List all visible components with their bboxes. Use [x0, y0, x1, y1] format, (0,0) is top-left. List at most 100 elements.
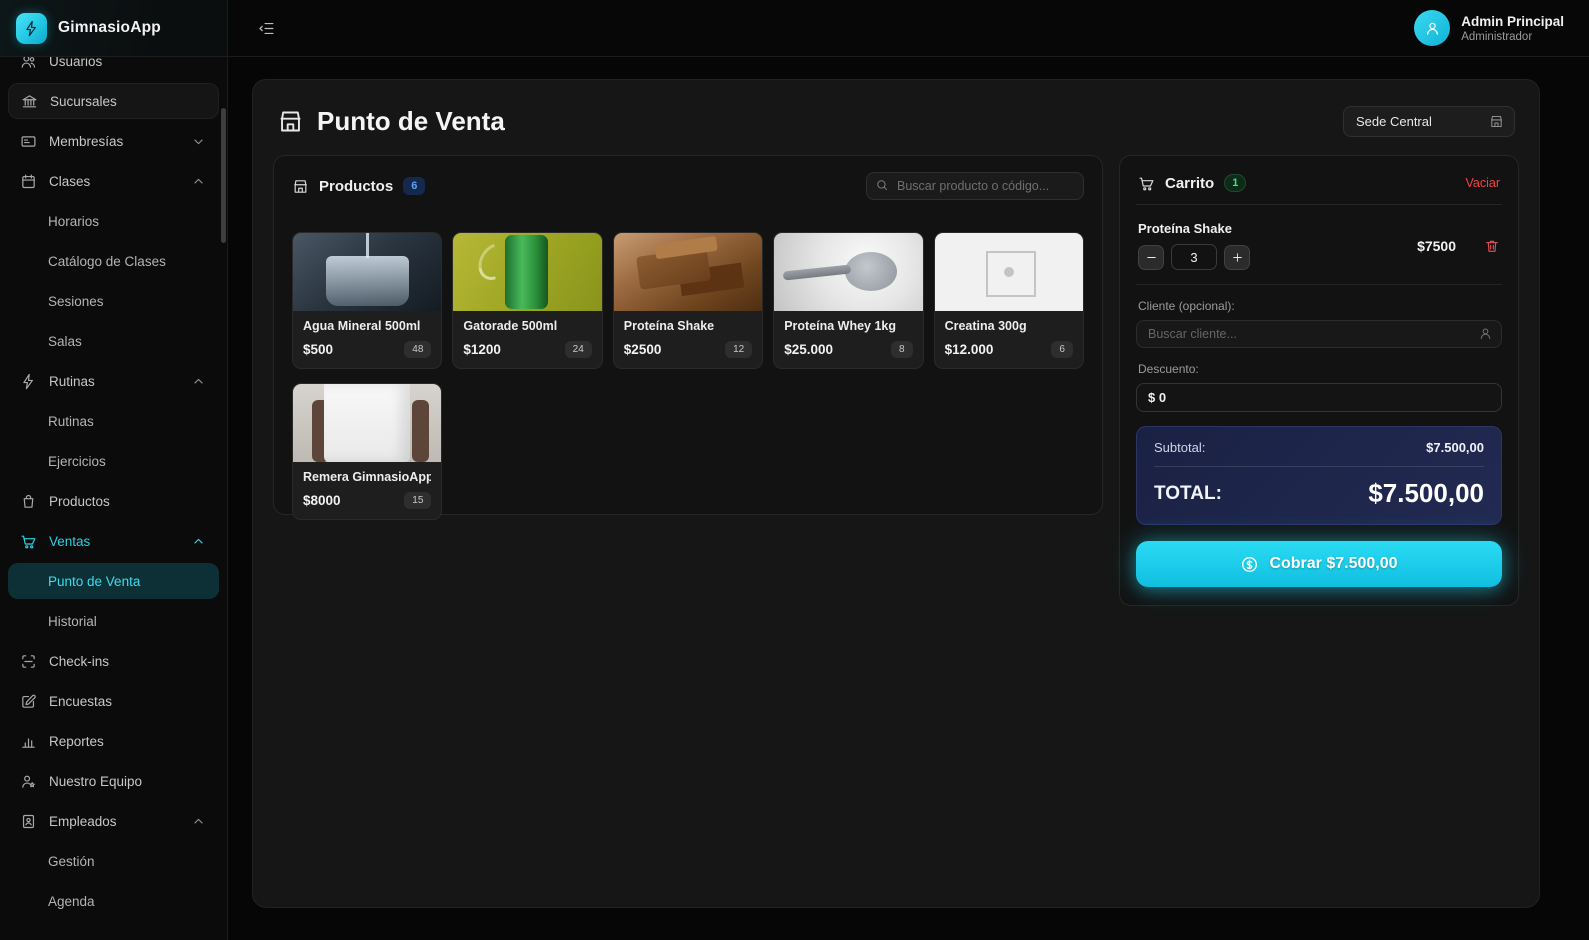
- brand-logo: [16, 13, 47, 44]
- sidebar-item-label: Historial: [48, 614, 97, 629]
- product-stock-badge: 6: [1051, 341, 1073, 358]
- product-card[interactable]: Proteína Whey 1kg $25.000 8: [773, 232, 923, 369]
- qty-increase-button[interactable]: [1224, 245, 1250, 270]
- sidebar-item[interactable]: Encuestas: [8, 683, 219, 719]
- sidebar-item-label: Check-ins: [49, 654, 109, 669]
- content-area: Punto de Venta Sede Central Productos 6: [228, 57, 1589, 940]
- brand-name: GimnasioApp: [58, 19, 161, 37]
- sidebar-item[interactable]: Horarios: [8, 203, 219, 239]
- sidebar-item-label: Empleados: [49, 814, 117, 829]
- subtotal-value: $7.500,00: [1426, 440, 1484, 455]
- sidebar-item-label: Catálogo de Clases: [48, 254, 166, 269]
- product-search-input[interactable]: [866, 172, 1084, 200]
- water-product-image: [293, 233, 441, 311]
- client-search-input[interactable]: [1136, 320, 1502, 348]
- remove-item-button[interactable]: [1484, 238, 1500, 254]
- sidebar-item[interactable]: Ventas: [8, 523, 219, 559]
- product-stock-badge: 48: [404, 341, 431, 358]
- chevron-up-icon: [190, 813, 207, 830]
- cart-icon: [20, 533, 37, 550]
- product-price: $2500: [624, 342, 662, 357]
- sidebar-collapse-button[interactable]: [258, 20, 275, 37]
- subtotal-label: Subtotal:: [1154, 440, 1205, 455]
- brand-header: GimnasioApp: [0, 0, 227, 57]
- total-label: TOTAL:: [1154, 483, 1222, 505]
- user-menu[interactable]: Admin Principal Administrador: [1414, 10, 1564, 46]
- sidebar-item[interactable]: Salas: [8, 323, 219, 359]
- topbar: Admin Principal Administrador: [228, 0, 1589, 57]
- chevron-down-icon: [190, 133, 207, 150]
- sidebar-item[interactable]: Agenda: [8, 883, 219, 919]
- product-grid: Agua Mineral 500ml $500 48: [292, 232, 1084, 520]
- collapse-icon: [258, 20, 275, 37]
- sidebar-item[interactable]: Ejercicios: [8, 443, 219, 479]
- sidebar-item[interactable]: Usuarios: [8, 57, 219, 79]
- branch-select-value: Sede Central: [1356, 114, 1432, 129]
- sidebar-item-label: Encuestas: [49, 694, 112, 709]
- product-card[interactable]: Creatina 300g $12.000 6: [934, 232, 1084, 369]
- cart-title: Carrito: [1165, 175, 1214, 192]
- placeholder-product-image: [935, 233, 1083, 311]
- sidebar-item-label: Ventas: [49, 534, 90, 549]
- sidebar-item[interactable]: Historial: [8, 603, 219, 639]
- product-card[interactable]: Remera GimnasioApp $8000 15: [292, 383, 442, 520]
- sidebar-item-label: Rutinas: [49, 374, 95, 389]
- store-icon: [1489, 114, 1504, 129]
- product-name: Proteína Whey 1kg: [784, 319, 912, 333]
- sidebar-item[interactable]: Reportes: [8, 723, 219, 759]
- sidebar-item[interactable]: Check-ins: [8, 643, 219, 679]
- branch-select[interactable]: Sede Central: [1343, 106, 1515, 137]
- cart-clear-button[interactable]: Vaciar: [1465, 176, 1500, 190]
- edit-icon: [20, 693, 37, 710]
- sidebar-item[interactable]: Catálogo de Clases: [8, 243, 219, 279]
- bolt-icon: [23, 20, 40, 37]
- sidebar-item[interactable]: Rutinas: [8, 403, 219, 439]
- product-name: Remera GimnasioApp: [303, 470, 431, 484]
- sidebar-item[interactable]: Sucursales: [8, 83, 219, 119]
- qty-input[interactable]: [1171, 244, 1217, 270]
- sidebar-item[interactable]: Rutinas: [8, 363, 219, 399]
- sidebar-item[interactable]: Nuestro Equipo: [8, 763, 219, 799]
- sidebar-item[interactable]: Productos: [8, 483, 219, 519]
- users-icon: [20, 57, 37, 70]
- membership-card-icon: [20, 133, 37, 150]
- sidebar-item[interactable]: Sesiones: [8, 283, 219, 319]
- search-icon: [875, 178, 889, 192]
- chevron-up-icon: [190, 373, 207, 390]
- product-card[interactable]: Gatorade 500ml $1200 24: [452, 232, 602, 369]
- product-stock-badge: 15: [404, 492, 431, 509]
- product-name: Proteína Shake: [624, 319, 752, 333]
- sidebar-item-label: Gestión: [48, 854, 95, 869]
- product-price: $8000: [303, 493, 341, 508]
- user-name: Admin Principal: [1461, 14, 1564, 29]
- sidebar-item-label: Agenda: [48, 894, 95, 909]
- product-name: Agua Mineral 500ml: [303, 319, 431, 333]
- calendar-icon: [20, 173, 37, 190]
- sidebar-item[interactable]: Empleados: [8, 803, 219, 839]
- cart-item-price: $7500: [1417, 238, 1456, 254]
- sidebar-item[interactable]: Gestión: [8, 843, 219, 879]
- sidebar-item[interactable]: Membresías: [8, 123, 219, 159]
- bank-icon: [21, 93, 38, 110]
- bolt-icon: [20, 373, 37, 390]
- sidebar-nav: Usuarios Sucursales Membresías Clases: [0, 57, 227, 940]
- chocolate-product-image: [614, 233, 762, 311]
- product-card[interactable]: Agua Mineral 500ml $500 48: [292, 232, 442, 369]
- discount-input[interactable]: [1136, 383, 1502, 412]
- team-icon: [20, 773, 37, 790]
- sidebar-item-label: Salas: [48, 334, 82, 349]
- minus-icon: [1145, 251, 1158, 264]
- qty-decrease-button[interactable]: [1138, 245, 1164, 270]
- sidebar-item-label: Productos: [49, 494, 110, 509]
- charge-button[interactable]: Cobrar $7.500,00: [1136, 541, 1502, 587]
- total-value: $7.500,00: [1368, 478, 1484, 509]
- trash-icon: [1484, 238, 1500, 254]
- sidebar-item-label: Ejercicios: [48, 454, 106, 469]
- sidebar-item[interactable]: Punto de Venta: [8, 563, 219, 599]
- powder-product-image: [774, 233, 922, 311]
- cart-icon: [1138, 175, 1155, 192]
- product-card[interactable]: Proteína Shake $2500 12: [613, 232, 763, 369]
- client-label: Cliente (opcional):: [1138, 299, 1500, 313]
- sidebar-item[interactable]: Clases: [8, 163, 219, 199]
- sidebar-scrollbar[interactable]: [221, 108, 226, 243]
